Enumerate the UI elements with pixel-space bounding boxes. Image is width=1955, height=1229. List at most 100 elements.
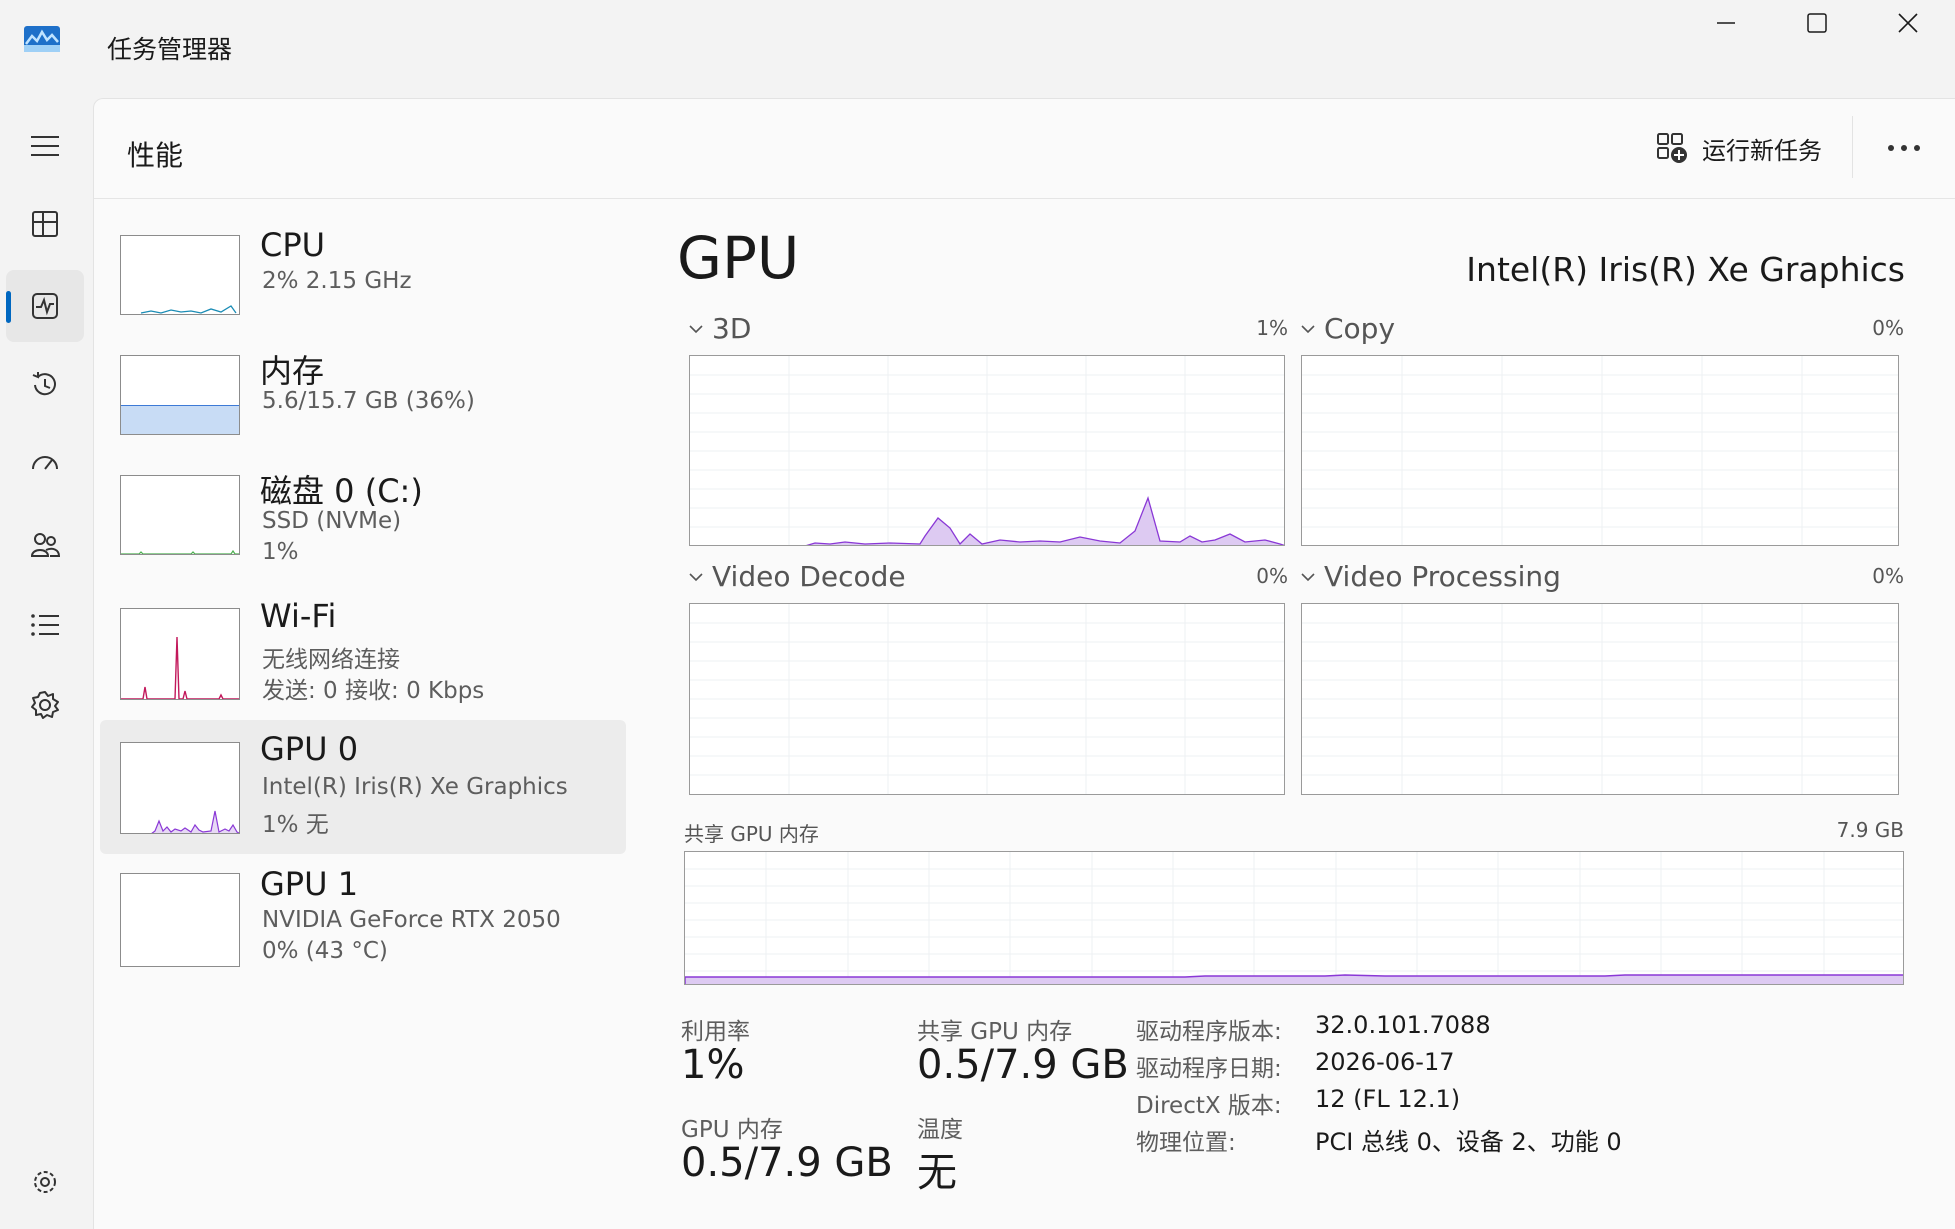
shared-memory-graph xyxy=(684,851,1904,985)
startup-apps-icon xyxy=(32,456,58,470)
users-icon xyxy=(30,533,61,557)
engine-label: Copy xyxy=(1324,312,1396,345)
engine-percent: 0% xyxy=(1256,564,1288,588)
engine-selector-video-processing[interactable]: Video Processing xyxy=(1300,560,1561,593)
close-icon xyxy=(1898,13,1918,33)
nav-app-history[interactable] xyxy=(6,349,84,421)
nav-startup-apps[interactable] xyxy=(6,429,84,501)
physical-location-key: 物理位置: xyxy=(1136,1130,1236,1156)
shared-memory-value: 0.5/7.9 GB xyxy=(917,1042,1129,1088)
services-icon xyxy=(31,691,59,719)
device-thumbnail-gpu1 xyxy=(120,873,240,967)
minimize-icon xyxy=(1717,22,1735,24)
task-manager-app-icon xyxy=(24,26,60,52)
device-usage: 1% 无 xyxy=(262,812,329,838)
temperature-value: 无 xyxy=(917,1150,957,1196)
device-usage: 1% xyxy=(262,539,299,565)
engine-selector-copy[interactable]: Copy xyxy=(1300,312,1395,345)
device-thumbnail-wifi xyxy=(120,608,240,700)
nav-services[interactable] xyxy=(6,669,84,741)
engine-label: Video Decode xyxy=(712,560,906,593)
device-item-gpu1[interactable]: GPU 1 NVIDIA GeForce RTX 2050 0% (43 °C) xyxy=(100,855,626,985)
device-thumbnail-memory xyxy=(120,355,240,435)
nav-menu-button[interactable] xyxy=(6,110,84,182)
device-thumbnail-disk xyxy=(120,475,240,555)
device-name: 磁盘 0 (C:) xyxy=(260,472,423,510)
driver-version-key: 驱动程序版本: xyxy=(1136,1019,1282,1045)
close-button[interactable] xyxy=(1862,0,1954,46)
nav-active-indicator xyxy=(6,291,11,323)
minimize-button[interactable] xyxy=(1680,0,1772,46)
engine-label: Video Processing xyxy=(1324,560,1561,593)
temperature-label: 温度 xyxy=(917,1117,963,1143)
directx-version-key: DirectX 版本: xyxy=(1136,1093,1282,1119)
driver-version-value: 32.0.101.7088 xyxy=(1315,1011,1491,1039)
device-name: CPU xyxy=(260,226,326,264)
processes-icon xyxy=(32,211,58,237)
chevron-down-icon xyxy=(1301,572,1315,581)
gpu-memory-value: 0.5/7.9 GB xyxy=(681,1140,893,1186)
details-icon xyxy=(31,614,59,636)
engine-graph-video-decode xyxy=(689,603,1285,795)
app-history-icon xyxy=(32,372,56,396)
header-divider xyxy=(94,198,1955,199)
window-title: 任务管理器 xyxy=(107,35,233,64)
physical-location-value: PCI 总线 0、设备 2、功能 0 xyxy=(1315,1128,1622,1156)
device-name: Wi-Fi xyxy=(260,597,337,635)
run-new-task-label: 运行新任务 xyxy=(1702,136,1822,165)
settings-icon xyxy=(34,1171,56,1193)
engine-percent: 0% xyxy=(1872,316,1904,340)
device-detail: Intel(R) Iris(R) Xe Graphics xyxy=(262,774,568,800)
engine-percent: 1% xyxy=(1256,316,1288,340)
menu-icon xyxy=(31,136,59,156)
driver-date-value: 2026-06-17 xyxy=(1315,1048,1455,1076)
shared-memory-label: 共享 GPU 内存 xyxy=(917,1019,1073,1045)
device-detail: 2% 2.15 GHz xyxy=(262,268,412,294)
page-title: 性能 xyxy=(127,139,184,172)
engine-selector-3d[interactable]: 3D xyxy=(688,312,751,345)
device-item-disk[interactable]: 磁盘 0 (C:) SSD (NVMe) 1% xyxy=(100,452,626,582)
performance-icon xyxy=(32,293,58,319)
device-item-memory[interactable]: 内存 5.6/15.7 GB (36%) xyxy=(100,332,626,462)
device-name: GPU 1 xyxy=(260,865,359,903)
nav-details[interactable] xyxy=(6,589,84,661)
engine-selector-video-decode[interactable]: Video Decode xyxy=(688,560,906,593)
detail-gpu-name: Intel(R) Iris(R) Xe Graphics xyxy=(1466,250,1905,289)
device-detail: SSD (NVMe) xyxy=(262,508,402,534)
run-new-task-button[interactable]: 运行新任务 xyxy=(1656,128,1822,168)
engine-percent: 0% xyxy=(1872,564,1904,588)
nav-settings[interactable] xyxy=(6,1146,84,1218)
device-usage: 0% (43 °C) xyxy=(262,938,388,964)
chevron-down-icon xyxy=(1301,324,1315,333)
device-detail: 无线网络连接 xyxy=(262,647,400,673)
shared-memory-max: 7.9 GB xyxy=(1836,818,1904,842)
more-options-button[interactable] xyxy=(1880,128,1928,168)
device-item-wifi[interactable]: Wi-Fi 无线网络连接 发送: 0 接收: 0 Kbps xyxy=(100,585,626,715)
device-thumbnail-cpu xyxy=(120,235,240,315)
device-throughput: 发送: 0 接收: 0 Kbps xyxy=(262,678,485,704)
maximize-icon xyxy=(1807,13,1827,33)
device-item-cpu[interactable]: CPU 2% 2.15 GHz xyxy=(100,212,626,342)
device-item-gpu0[interactable]: GPU 0 Intel(R) Iris(R) Xe Graphics 1% 无 xyxy=(100,720,626,854)
engine-graph-copy xyxy=(1301,355,1899,546)
gpu-memory-label: GPU 内存 xyxy=(681,1117,783,1143)
driver-date-key: 驱动程序日期: xyxy=(1136,1056,1282,1082)
directx-version-value: 12 (FL 12.1) xyxy=(1315,1085,1461,1113)
device-name: GPU 0 xyxy=(260,730,359,768)
nav-processes[interactable] xyxy=(6,188,84,260)
memory-usage-fill xyxy=(121,404,239,434)
more-icon xyxy=(1888,145,1920,151)
maximize-button[interactable] xyxy=(1771,0,1863,46)
device-detail: NVIDIA GeForce RTX 2050 xyxy=(262,907,561,933)
utilization-value: 1% xyxy=(681,1042,745,1088)
detail-title: GPU xyxy=(677,224,800,292)
shared-memory-graph-label: 共享 GPU 内存 xyxy=(684,822,819,846)
device-detail: 5.6/15.7 GB (36%) xyxy=(262,388,475,414)
nav-users[interactable] xyxy=(6,509,84,581)
engine-label: 3D xyxy=(712,312,752,345)
nav-performance[interactable] xyxy=(6,270,84,342)
device-name: 内存 xyxy=(260,352,325,390)
header-separator xyxy=(1852,116,1853,178)
engine-graph-video-processing xyxy=(1301,603,1899,795)
utilization-label: 利用率 xyxy=(681,1019,750,1045)
